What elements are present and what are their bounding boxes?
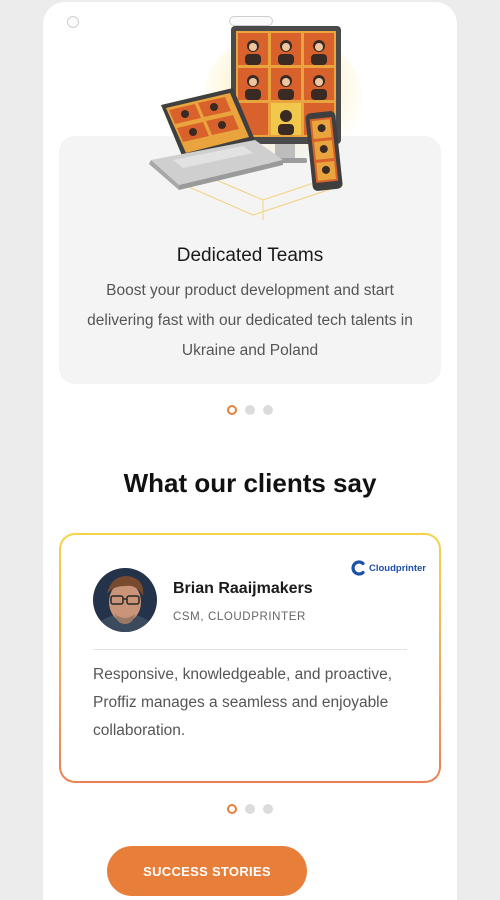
- testimonials-heading: What our clients say: [123, 468, 377, 498]
- avatar: [93, 568, 157, 632]
- feature-description: Boost your product development and start…: [87, 282, 413, 359]
- video-conference-devices-illustration: [149, 26, 363, 220]
- divider: [93, 649, 407, 650]
- client-role: CSM, CLOUDPRINTER: [173, 611, 306, 623]
- company-logo-text: Cloudprinter: [369, 562, 426, 574]
- testimonial-quote: Responsive, knowledgeable, and proactive…: [93, 666, 392, 739]
- mobile-screen: Dedicated Teams Boost your product devel…: [43, 2, 457, 900]
- carousel-dot-2[interactable]: [245, 405, 255, 415]
- company-logo: Cloudprinter: [351, 560, 426, 576]
- carousel-dot-1[interactable]: [227, 405, 237, 415]
- carousel-dot-3[interactable]: [263, 804, 273, 814]
- carousel-dot-3[interactable]: [263, 405, 273, 415]
- feature-title: Dedicated Teams: [176, 245, 324, 266]
- success-stories-button[interactable]: SUCCESS STORIES: [107, 846, 307, 896]
- testimonial-card: Brian Raaijmakers CSM, CLOUDPRINTER Clou…: [59, 533, 441, 783]
- client-name: Brian Raaijmakers: [173, 580, 313, 597]
- feature-carousel-dots: [43, 405, 457, 415]
- carousel-dot-2[interactable]: [245, 804, 255, 814]
- cloudprinter-logo-icon: [351, 560, 365, 576]
- carousel-dot-1[interactable]: [227, 804, 237, 814]
- testimonial-carousel-dots: [43, 804, 457, 814]
- camera-dot: [67, 16, 79, 28]
